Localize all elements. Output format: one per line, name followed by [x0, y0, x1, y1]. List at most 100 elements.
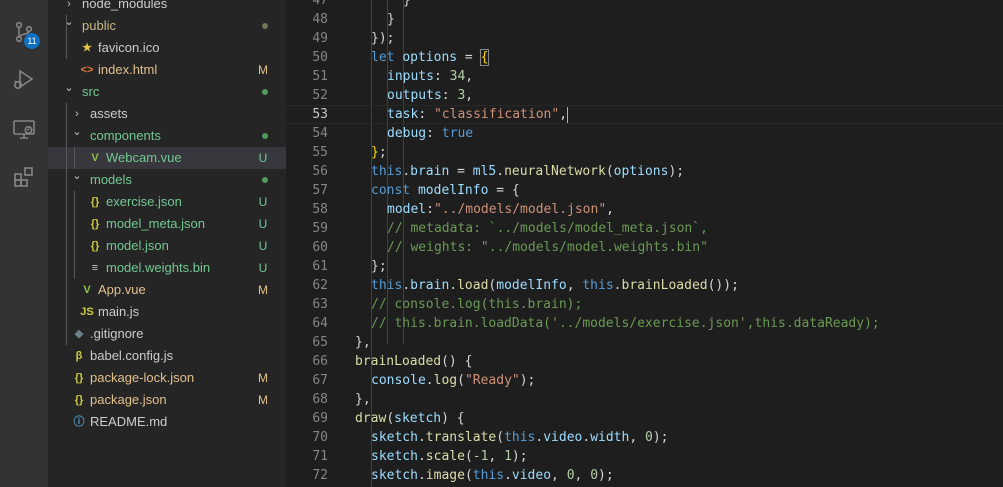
babel-icon: β — [75, 350, 83, 362]
explorer-item-exercise-json[interactable]: {} exercise.json U — [48, 191, 286, 213]
line-number: 60 — [312, 240, 328, 255]
explorer-item-package-json[interactable]: {} package.json M — [48, 389, 286, 411]
code-line[interactable]: 72 sketch.image(this.video, 0, 0); — [286, 466, 1003, 485]
code-line[interactable]: 70 sketch.translate(this.video.width, 0); — [286, 428, 1003, 447]
explorer-item-index-html[interactable]: <> index.html M — [48, 59, 286, 81]
code-token: = — [449, 164, 473, 179]
code-line[interactable]: 48} — [286, 10, 1003, 29]
code-line[interactable]: 50 let options = { — [286, 48, 1003, 67]
code-line[interactable]: 71 sketch.scale(-1, 1); — [286, 447, 1003, 466]
code-token: ( — [496, 430, 505, 445]
explorer-item-models[interactable]: ⌄ models — [48, 169, 286, 191]
explorer-item-model-meta-json[interactable]: {} model_meta.json U — [48, 213, 286, 235]
code-editor[interactable]: 47} 48} 49}); 50 let options = {51 inputs: 34… — [286, 0, 1003, 487]
code-token: , — [606, 202, 614, 217]
explorer-item-main-js[interactable]: JS main.js — [48, 301, 286, 323]
explorer-item-assets[interactable]: › assets — [48, 103, 286, 125]
explorer-item-app-vue[interactable]: V App.vue M — [48, 279, 286, 301]
code-token: ); — [511, 449, 528, 464]
line-number: 66 — [312, 354, 328, 369]
code-token: 0 — [566, 468, 575, 483]
code-line[interactable]: 67 console.log("Ready"); — [286, 371, 1003, 390]
code-line[interactable]: 66 brainLoaded() { — [286, 352, 1003, 371]
code-line[interactable]: 59 // metadata: `../models/model_meta.jso… — [286, 219, 1003, 238]
chevron-down-icon[interactable]: ⌄ — [71, 121, 83, 143]
code-token: , — [566, 278, 583, 293]
explorer-item-favicon-ico[interactable]: ★ favicon.ico — [48, 37, 286, 59]
code-line[interactable]: 49}); — [286, 29, 1003, 48]
code-line[interactable]: 62 this.brain.load(modelInfo, this.brainL… — [286, 276, 1003, 295]
code-line[interactable]: 52 outputs: 3, — [286, 86, 1003, 105]
code-line[interactable]: 56 this.brain = ml5.neuralNetwork(options… — [286, 162, 1003, 181]
code-token: : — [418, 107, 434, 122]
code-line[interactable]: 64 // this.brain.loadData('../models/exer… — [286, 314, 1003, 333]
explorer-item-babel-config-js[interactable]: β babel.config.js — [48, 345, 286, 367]
explorer-item-label: package-lock.json — [90, 370, 195, 385]
code-token: ) { — [441, 411, 465, 426]
code-token: const — [371, 183, 411, 198]
code-token: . — [449, 278, 458, 293]
code-token: inputs — [387, 69, 434, 84]
code-token: , — [488, 449, 505, 464]
code-line[interactable]: 55}; — [286, 143, 1003, 162]
js-icon: JS — [80, 306, 94, 318]
explorer-item-src[interactable]: ⌄ src — [48, 81, 286, 103]
code-token: // weights: "../models/model.weights.bin… — [387, 240, 708, 255]
code-token: this — [371, 164, 403, 179]
code-token: sketch — [394, 411, 442, 426]
explorer-item-model-weights-bin[interactable]: ≡ model.weights.bin U — [48, 257, 286, 279]
git-status-badge: M — [258, 371, 268, 385]
code-line[interactable]: 63 // console.log(this.brain); — [286, 295, 1003, 314]
chevron-down-icon[interactable]: ⌄ — [63, 11, 75, 33]
explorer-item-webcam-vue[interactable]: V Webcam.vue U — [48, 147, 286, 169]
git-status-badge: U — [258, 239, 268, 253]
chevron-down-icon[interactable]: ⌄ — [63, 77, 75, 99]
extensions-icon[interactable] — [12, 165, 36, 189]
code-token: sketch — [371, 468, 418, 483]
code-token: translate — [425, 430, 497, 445]
explorer-item--gitignore[interactable]: ◆ .gitignore — [48, 323, 286, 345]
explorer-item-label: assets — [90, 106, 128, 121]
code-token: true — [441, 126, 474, 141]
line-number: 52 — [312, 88, 328, 103]
code-line[interactable]: 68}, — [286, 390, 1003, 409]
line-number: 72 — [312, 468, 328, 483]
code-line[interactable]: 58 model:"../models/model.json", — [286, 200, 1003, 219]
code-token: }; — [371, 259, 387, 274]
explorer-item-label: index.html — [98, 62, 158, 77]
vue-icon: V — [83, 284, 91, 296]
code-line[interactable]: 65}, — [286, 333, 1003, 352]
code-line[interactable]: 60 // weights: "../models/model.weights.b… — [286, 238, 1003, 257]
explorer-item-public[interactable]: ⌄ public — [48, 15, 286, 37]
run-debug-icon[interactable] — [12, 68, 36, 92]
line-number: 50 — [312, 50, 328, 65]
remote-explorer-icon[interactable] — [12, 117, 36, 141]
code-line[interactable]: 54 debug: true — [286, 124, 1003, 143]
code-token: // console.log(this.brain); — [371, 297, 583, 312]
code-line[interactable]: 69 draw(sketch) { — [286, 409, 1003, 428]
explorer-item-label: public — [82, 18, 116, 33]
code-line[interactable]: 57 const modelInfo = { — [286, 181, 1003, 200]
code-token: 34 — [449, 69, 466, 84]
explorer-item-node-modules[interactable]: › node_modules — [48, 0, 286, 15]
code-line[interactable]: 47} — [286, 0, 1003, 10]
code-token: ml5 — [472, 164, 497, 179]
explorer-item-model-json[interactable]: {} model.json U — [48, 235, 286, 257]
code-line[interactable]: 61}; — [286, 257, 1003, 276]
code-token: ); — [598, 468, 614, 483]
explorer-item-package-lock-json[interactable]: {} package-lock.json M — [48, 367, 286, 389]
source-control-badge: 11 — [24, 33, 40, 49]
code-line[interactable]: 51 inputs: 34, — [286, 67, 1003, 86]
line-number: 59 — [312, 221, 328, 236]
line-number: 68 — [312, 392, 328, 407]
chevron-down-icon[interactable]: ⌄ — [71, 165, 83, 187]
code-token: }, — [355, 392, 371, 407]
code-token: : — [426, 202, 434, 217]
explorer-item-components[interactable]: ⌄ components — [48, 125, 286, 147]
code-token: } — [387, 12, 395, 27]
code-line[interactable]: 53 task: "classification", — [286, 105, 1003, 124]
code-token: = { — [488, 183, 520, 198]
explorer-item-readme-md[interactable]: ⓘ README.md — [48, 411, 286, 433]
code-token: 0 — [590, 468, 599, 483]
code-token: "Ready" — [464, 373, 520, 388]
